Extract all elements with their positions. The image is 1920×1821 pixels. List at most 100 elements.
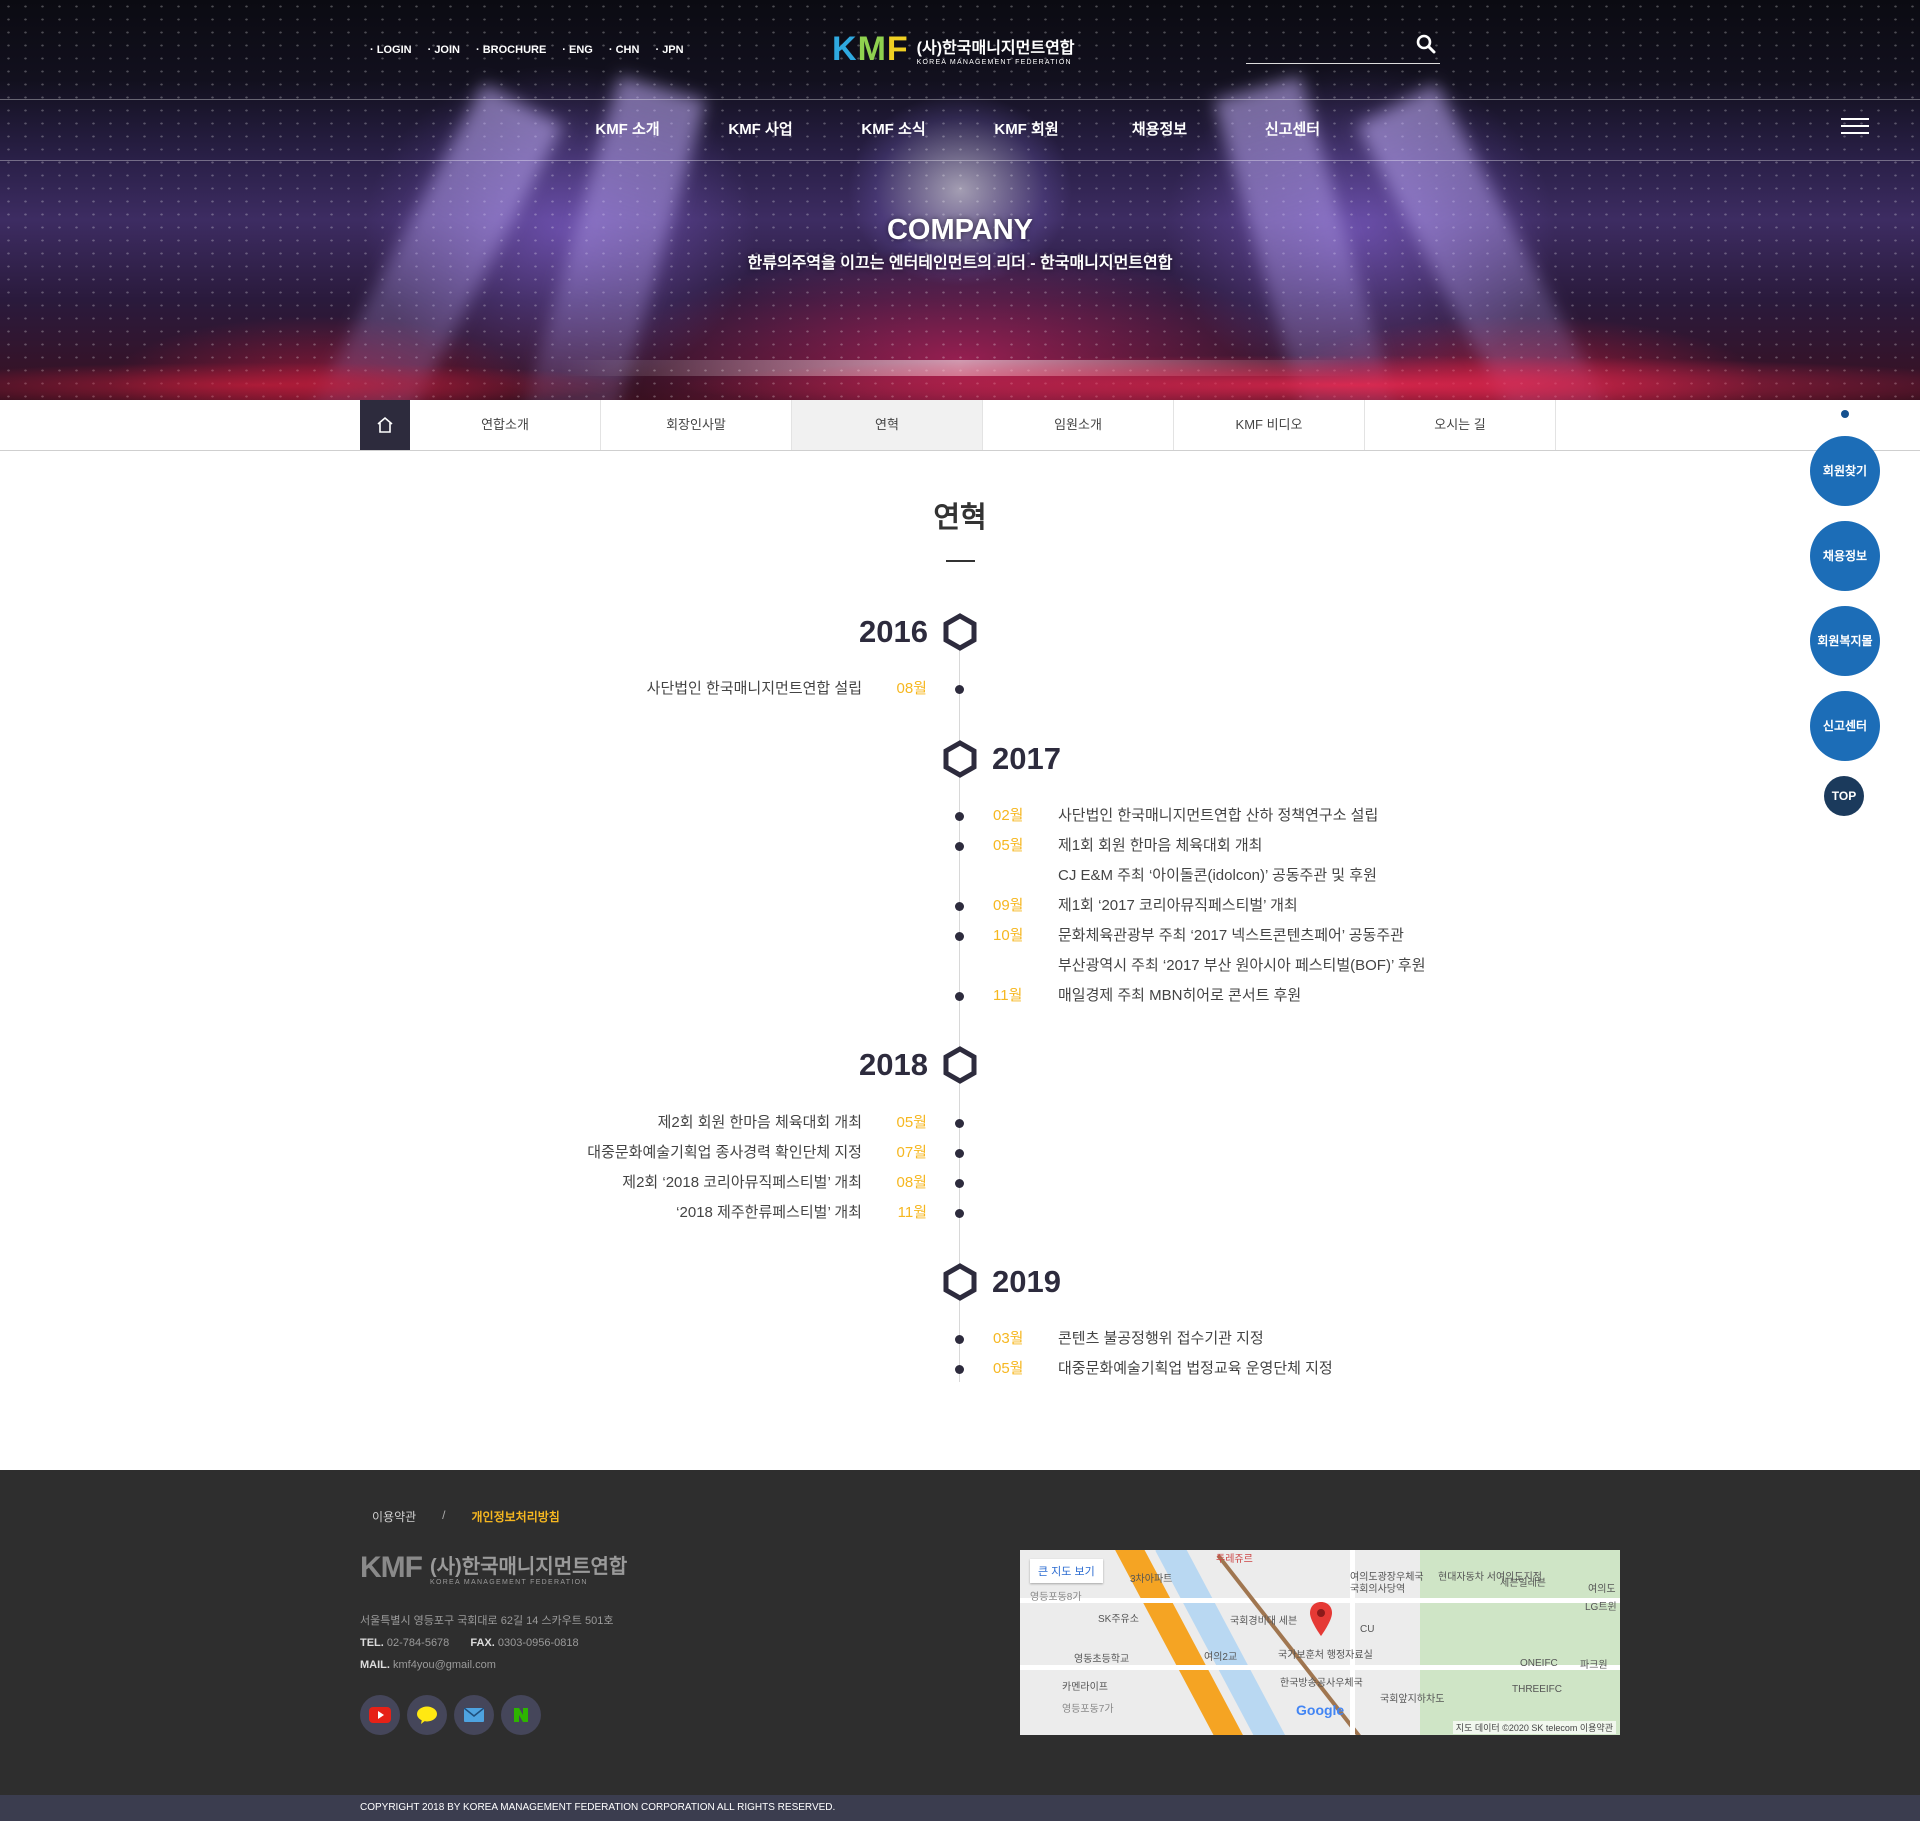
timeline-dot <box>955 932 964 941</box>
history-event: 제2회 회원 한마음 체육대회 개최 <box>657 1114 862 1131</box>
map-label: 카멘라이프 <box>1062 1682 1108 1693</box>
hero-title: COMPANY <box>886 214 1034 246</box>
history-event: 제2회 ‘2018 코리아뮤직페스티벌’ 개최 <box>622 1174 862 1191</box>
footer-phone-line: TEL. 02-784-5678 FAX. 0303-0956-0818 <box>360 1632 613 1654</box>
timeline-dot <box>955 1149 964 1158</box>
map-label: 영동초등학교 <box>1074 1654 1130 1665</box>
mail-icon[interactable] <box>454 1695 494 1735</box>
tab-federation-intro[interactable]: 연합소개 <box>410 400 601 450</box>
month-label: 11월 <box>897 1204 927 1221</box>
tab-chairman-greeting[interactable]: 회장인사말 <box>601 400 792 450</box>
quick-report-center-button[interactable]: 신고센터 <box>1810 691 1880 761</box>
footer-logo-name-en: KOREA MANAGEMENT FEDERATION <box>429 1579 588 1586</box>
copyright-text: COPYRIGHT 2018 BY KOREA MANAGEMENT FEDER… <box>360 1802 836 1813</box>
hamburger-icon[interactable] <box>1841 118 1869 136</box>
timeline-dot <box>955 1119 964 1128</box>
timeline-dot <box>955 842 964 851</box>
login-link[interactable]: LOGIN <box>362 44 420 56</box>
history-event: 대중문화예술기획업 종사경력 확인단체 지정 <box>587 1144 862 1161</box>
map-label: 국가보훈처 행정자료실 <box>1278 1650 1373 1661</box>
map-label: CU <box>1360 1624 1375 1635</box>
join-link[interactable]: JOIN <box>420 44 468 56</box>
tel-value: 02-784-5678 <box>386 1637 450 1649</box>
footer-logo-mark: KMF <box>360 1551 423 1584</box>
footer-link-separator: / <box>442 1508 446 1522</box>
month-label: 09월 <box>993 897 1024 914</box>
map-label: 국회앞지하차도 <box>1380 1694 1445 1705</box>
map-label: 3차아파트 <box>1130 1574 1173 1585</box>
gnb-item-jobs[interactable]: 채용정보 <box>1093 100 1226 160</box>
history-event: 제1회 회원 한마음 체육대회 개최 <box>1058 837 1263 854</box>
naver-icon[interactable] <box>501 1695 541 1735</box>
view-large-map-button[interactable]: 큰 지도 보기 <box>1030 1559 1103 1583</box>
month-label: 05월 <box>896 1114 928 1131</box>
page-title: 연혁 <box>933 502 987 534</box>
timeline-dot <box>955 1179 964 1188</box>
tel-label: TEL. <box>360 1637 384 1649</box>
hero-title-block: COMPANY 한류의주역을 이끄는 엔터테인먼트의 리더 - 한국매니지먼트연… <box>0 214 1920 273</box>
mail-value: kmf4you@gmail.com <box>393 1659 496 1671</box>
search-input[interactable] <box>1246 30 1396 60</box>
tab-directions[interactable]: 오시는 길 <box>1365 400 1556 450</box>
history-event: 매일경제 주최 MBN히어로 콘서트 후원 <box>1058 987 1302 1004</box>
hero-subtitle: 한류의주역을 이끄는 엔터테인먼트의 리더 - 한국매니지먼트연합 <box>747 255 1173 272</box>
month-label: 05월 <box>993 837 1024 854</box>
youtube-icon[interactable] <box>360 1695 400 1735</box>
year-hexagon-icon <box>943 740 977 778</box>
history-event: ‘2018 제주한류페스티벌’ 개최 <box>676 1204 862 1221</box>
gnb-item-members[interactable]: KMF 회원 <box>960 100 1093 160</box>
home-icon <box>377 416 393 433</box>
month-label: 07월 <box>896 1144 928 1161</box>
year-hexagon-icon <box>943 1046 977 1084</box>
eng-link[interactable]: ENG <box>554 44 601 56</box>
title-underline <box>946 560 975 562</box>
location-map[interactable]: 국회의사당역 여의도광장우체국 현대자동차 서여의도지점 세븐일레븐 국회경비대… <box>1020 1550 1620 1735</box>
month-label: 08월 <box>896 680 928 697</box>
map-label: 국회경비대 세븐 <box>1230 1616 1298 1627</box>
mail-label: MAIL. <box>360 1659 390 1671</box>
tab-executives[interactable]: 임원소개 <box>983 400 1174 450</box>
privacy-policy-link[interactable]: 개인정보처리방침 <box>472 1508 560 1525</box>
map-label: 세븐일레븐 <box>1500 1578 1546 1589</box>
gnb-item-report[interactable]: 신고센터 <box>1226 100 1359 160</box>
quick-welfare-mall-button[interactable]: 회원복지몰 <box>1810 606 1880 676</box>
timeline-dot <box>955 812 964 821</box>
month-label: 11월 <box>993 987 1023 1004</box>
history-event: 대중문화예술기획업 법정교육 운영단체 지정 <box>1058 1360 1333 1377</box>
search-icon[interactable] <box>1416 34 1436 54</box>
gnb-item-news[interactable]: KMF 소식 <box>827 100 960 160</box>
map-label: SK주유소 <box>1098 1614 1139 1625</box>
footer: 이용약관 / 개인정보처리방침 KMF (사)한국매니지먼트연합 KOREA M… <box>0 1470 1920 1795</box>
year-hexagon-icon <box>943 613 977 651</box>
scroll-top-button[interactable]: TOP <box>1824 776 1864 816</box>
footer-links: 이용약관 / 개인정보처리방침 <box>372 1508 560 1525</box>
tab-history[interactable]: 연혁 <box>792 400 983 450</box>
quick-jobs-button[interactable]: 채용정보 <box>1810 521 1880 591</box>
quick-menu-pin <box>1841 410 1849 418</box>
map-marker-icon <box>1310 1602 1332 1636</box>
site-logo[interactable]: KMF (사)한국매니지먼트연합 KOREA MANAGEMENT FEDERA… <box>832 30 1075 69</box>
year-hexagon-icon <box>943 1263 977 1301</box>
footer-contact-info: 서울특별시 영등포구 국회대로 62길 14 스카우트 501호 TEL. 02… <box>360 1610 613 1676</box>
gnb-item-business[interactable]: KMF 사업 <box>694 100 827 160</box>
timeline-dot <box>955 902 964 911</box>
home-button[interactable] <box>360 400 410 450</box>
utility-links: LOGIN JOIN BROCHURE ENG CHN JPN <box>362 44 692 56</box>
footer-logo-name-ko: (사)한국매니지먼트연합 <box>429 1556 628 1578</box>
map-label: 여의도 <box>1588 1584 1616 1595</box>
map-attribution[interactable]: 지도 데이터 ©2020 SK telecom 이용약관 <box>1452 1721 1616 1734</box>
history-event: 부산광역시 주최 ‘2017 부산 원아시아 페스티벌(BOF)’ 후원 <box>1058 957 1426 974</box>
map-label: 영등포동8가 <box>1030 1592 1082 1603</box>
gnb-item-about[interactable]: KMF 소개 <box>561 100 694 160</box>
kakaotalk-icon[interactable] <box>407 1695 447 1735</box>
brochure-link[interactable]: BROCHURE <box>468 44 554 56</box>
tab-kmf-video[interactable]: KMF 비디오 <box>1174 400 1365 450</box>
jpn-link[interactable]: JPN <box>647 44 691 56</box>
flower-stage-decor <box>0 345 1920 400</box>
history-event: 콘텐츠 불공정행위 접수기관 지정 <box>1058 1330 1264 1347</box>
month-label: 05월 <box>993 1360 1024 1377</box>
quick-find-member-button[interactable]: 회원찾기 <box>1810 436 1880 506</box>
terms-link[interactable]: 이용약관 <box>372 1508 416 1525</box>
chn-link[interactable]: CHN <box>601 44 648 56</box>
timeline-dot <box>955 1365 964 1374</box>
